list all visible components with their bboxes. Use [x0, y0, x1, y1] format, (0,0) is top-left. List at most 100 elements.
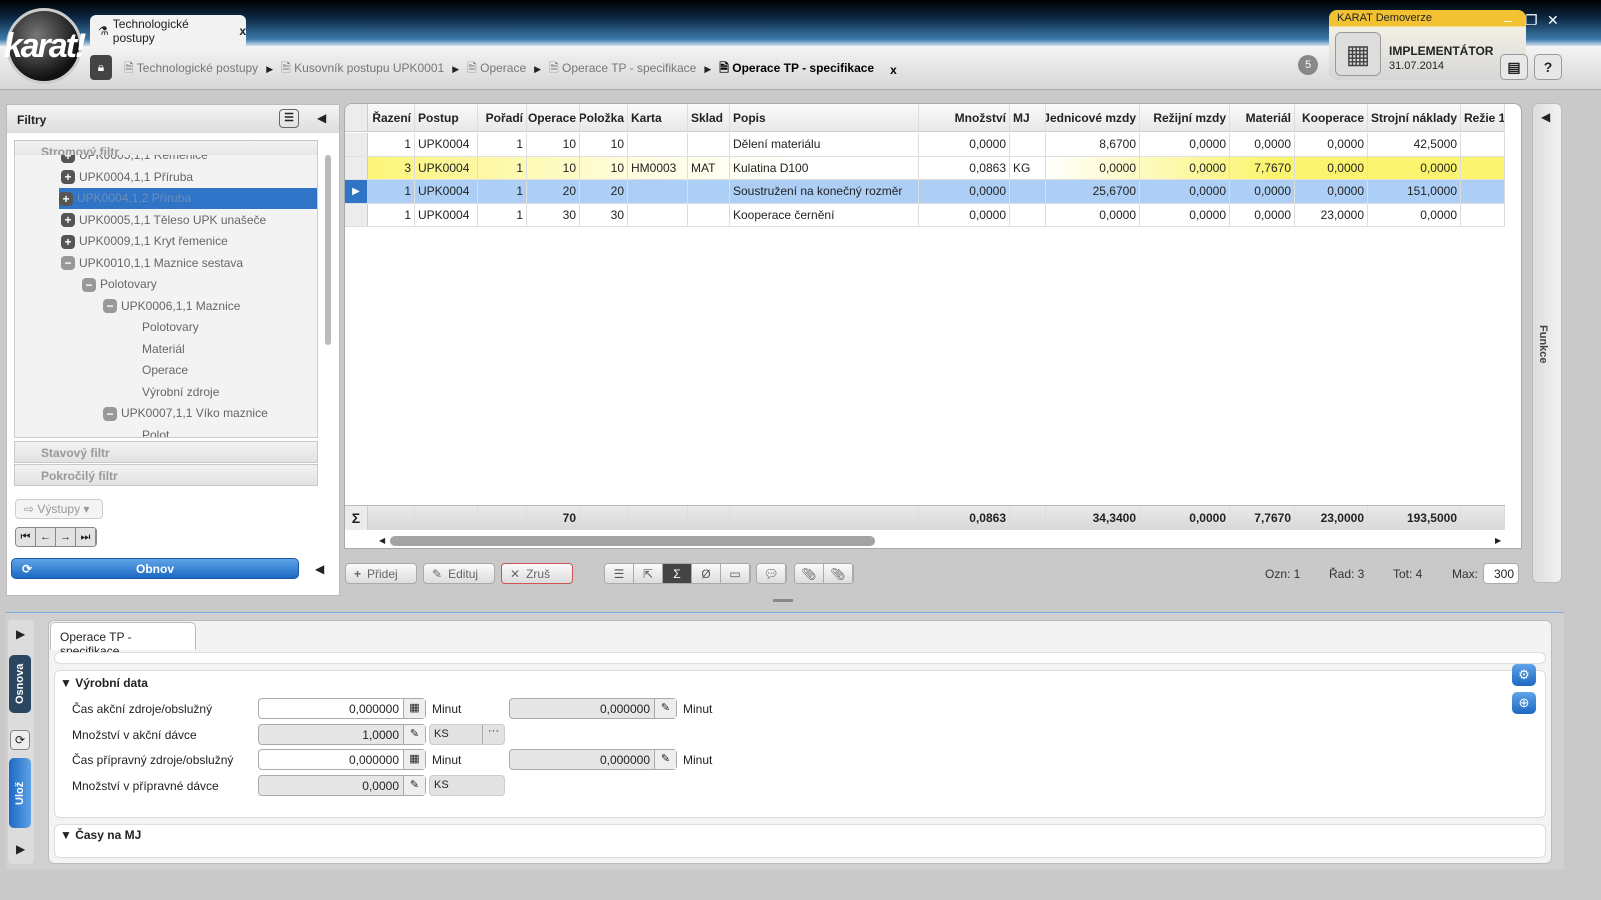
table-cell[interactable]: HM0003 — [628, 156, 688, 179]
row-header[interactable] — [345, 203, 368, 226]
window-icon[interactable]: ▭ — [721, 564, 750, 583]
table-cell[interactable] — [628, 203, 688, 226]
horizontal-scrollbar[interactable] — [390, 536, 875, 546]
table-cell[interactable]: 25,6700 — [1046, 180, 1140, 203]
comment-icon[interactable]: 💬︎ — [757, 564, 786, 583]
column-header[interactable]: Režie 1 — [1461, 104, 1505, 131]
table-cell[interactable]: 0,0000 — [1046, 203, 1140, 226]
column-header[interactable]: Strojní náklady — [1368, 104, 1461, 131]
expand-icon[interactable]: + — [61, 213, 75, 227]
field-input[interactable]: 1,0000 ✎ — [258, 723, 426, 745]
table-cell[interactable]: 0,0000 — [1140, 203, 1230, 226]
expand-bottom-icon[interactable]: ▶ — [16, 842, 25, 856]
table-cell[interactable]: 10 — [527, 133, 580, 156]
table-cell[interactable] — [1461, 133, 1505, 156]
tab-operace-tp-specifikace[interactable]: Operace TP - specifikace — [50, 622, 196, 658]
user-info-panel[interactable]: KARAT Demoverze ▦ IMPLEMENTÁTOR 31.07.20… — [1329, 10, 1526, 80]
row-header[interactable]: ▶ — [345, 180, 368, 203]
table-cell[interactable]: 0,0000 — [1368, 203, 1461, 226]
table-cell[interactable]: 0,0000 — [1295, 133, 1368, 156]
table-cell[interactable]: MAT — [688, 156, 730, 179]
times-header[interactable]: ▼ Časy na MJ — [60, 828, 141, 842]
table-cell[interactable]: 10 — [580, 133, 628, 156]
table-cell[interactable]: 0,0000 — [1230, 203, 1295, 226]
table-cell[interactable]: 0,0000 — [919, 203, 1010, 226]
table-cell[interactable]: Soustružení na konečný rozměr — [730, 180, 919, 203]
status-filter-header[interactable]: Stavový filtr — [14, 441, 318, 463]
field-input-secondary[interactable]: 0,000000 ✎ — [509, 749, 677, 770]
table-cell[interactable]: 20 — [527, 180, 580, 203]
settings-icon[interactable]: ⚙ — [1512, 664, 1536, 686]
table-cell[interactable]: 8,6700 — [1046, 133, 1140, 156]
table-cell[interactable] — [688, 133, 730, 156]
column-header[interactable]: Materiál — [1230, 104, 1295, 131]
pencil-icon[interactable]: ✎ — [654, 699, 676, 718]
table-cell[interactable]: 1 — [478, 156, 527, 179]
field-input[interactable]: 0,000000 ▦ — [258, 698, 426, 719]
table-cell[interactable]: Dělení materiálu — [730, 133, 919, 156]
table-cell[interactable]: 23,0000 — [1295, 203, 1368, 226]
table-cell[interactable]: 151,0000 — [1368, 180, 1461, 203]
column-header[interactable]: Množství — [919, 104, 1010, 131]
empty-set-icon[interactable]: Ø — [692, 564, 721, 583]
table-row[interactable]: ▶ 1 UPK0004 1 20 20 Soustružení na konečný roz… — [345, 180, 1505, 204]
table-cell[interactable]: 1 — [478, 180, 527, 203]
menu-icon[interactable]: ☰ — [279, 109, 299, 128]
table-cell[interactable]: 30 — [580, 203, 628, 226]
tree-node[interactable]: + UPK0004,1,1 Příruba — [61, 167, 193, 188]
pencil-icon[interactable]: ✎ — [403, 724, 425, 744]
table-cell[interactable]: 1 — [368, 180, 415, 203]
expand-icon[interactable]: + — [61, 234, 75, 249]
table-cell[interactable]: 0,0000 — [1295, 180, 1368, 203]
close-window-button[interactable]: ✕ — [1547, 12, 1559, 29]
scroll-left-icon[interactable]: ◀ — [379, 536, 385, 545]
table-cell[interactable]: 0,0000 — [919, 133, 1010, 156]
table-cell[interactable]: 1 — [368, 203, 415, 226]
collapse-icon[interactable]: − — [82, 277, 96, 292]
table-cell[interactable] — [1461, 203, 1505, 226]
table-cell[interactable]: 0,0000 — [919, 180, 1010, 203]
column-header[interactable]: Popis — [730, 104, 919, 131]
table-cell[interactable] — [1010, 180, 1046, 203]
expand-icon[interactable]: + — [61, 170, 75, 184]
scroll-right-icon[interactable]: ▶ — [1495, 536, 1501, 545]
table-cell[interactable]: 0,0863 — [919, 156, 1010, 179]
table-cell[interactable]: 42,5000 — [1368, 133, 1461, 156]
last-record-icon[interactable]: ⏭ — [76, 528, 96, 546]
table-row[interactable]: 1 UPK0004 1 30 30 Kooperace černění 0,0000 0,00… — [345, 203, 1505, 227]
column-header[interactable]: Řazení — [368, 104, 415, 131]
outline-button[interactable]: Osnova — [9, 655, 31, 713]
column-header[interactable]: Režijní mzdy — [1140, 104, 1230, 131]
column-header[interactable]: Jednicové mzdy — [1046, 104, 1140, 131]
table-cell[interactable]: 10 — [580, 156, 628, 179]
layout-button[interactable]: ▤ — [1500, 54, 1528, 80]
calculator-icon[interactable]: ▦ — [403, 699, 425, 718]
tree-node[interactable]: Výrobní zdroje — [61, 382, 219, 403]
column-header[interactable]: Operace — [527, 104, 580, 131]
table-cell[interactable] — [1010, 203, 1046, 226]
table-cell[interactable]: 1 — [478, 203, 527, 226]
tree-node[interactable]: − UPK0006,1,1 Maznice — [61, 296, 240, 317]
table-cell[interactable]: 0,0000 — [1046, 156, 1140, 179]
column-header[interactable]: Položka — [580, 104, 628, 131]
tree-node[interactable]: − UPK0007,1,1 Víko maznice — [61, 403, 268, 424]
table-cell[interactable]: 0,0000 — [1368, 156, 1461, 179]
table-cell[interactable]: UPK0004 — [415, 180, 478, 203]
expand-icon[interactable]: + — [59, 191, 73, 206]
breadcrumb-item[interactable]: 🗎︎ Operace — [467, 59, 526, 80]
lock-icon[interactable]: 🔒︎ — [90, 55, 112, 80]
column-header[interactable]: Postup — [415, 104, 478, 131]
column-header[interactable]: Pořadí — [478, 104, 527, 131]
tree-node[interactable]: Polot... — [61, 425, 179, 438]
field-input[interactable]: 0,0000 ✎ — [258, 774, 426, 796]
sum-icon[interactable]: Σ — [663, 564, 692, 583]
pencil-icon[interactable]: ✎ — [403, 775, 425, 795]
field-input-secondary[interactable]: 0,000000 ✎ — [509, 698, 677, 719]
table-cell[interactable]: 0,0000 — [1140, 180, 1230, 203]
expand-icon[interactable]: + — [61, 155, 75, 163]
column-header[interactable]: Sklad — [688, 104, 730, 131]
column-header[interactable]: MJ — [1010, 104, 1046, 131]
tab-technologicke-postupy[interactable]: ⚗ Technologické postupy x — [90, 15, 246, 46]
add-button[interactable]: + Přidej — [345, 563, 417, 584]
table-cell[interactable]: KG — [1010, 156, 1046, 179]
